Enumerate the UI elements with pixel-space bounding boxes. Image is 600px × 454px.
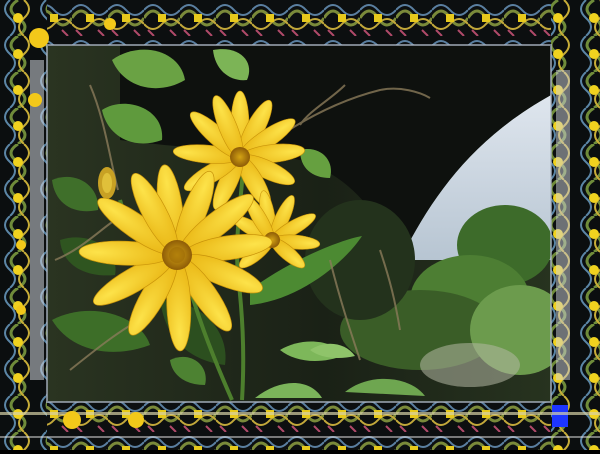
photo-area [47, 45, 551, 402]
photo-card [0, 0, 600, 450]
flower-bud [98, 167, 116, 199]
framed-photo [0, 0, 600, 450]
